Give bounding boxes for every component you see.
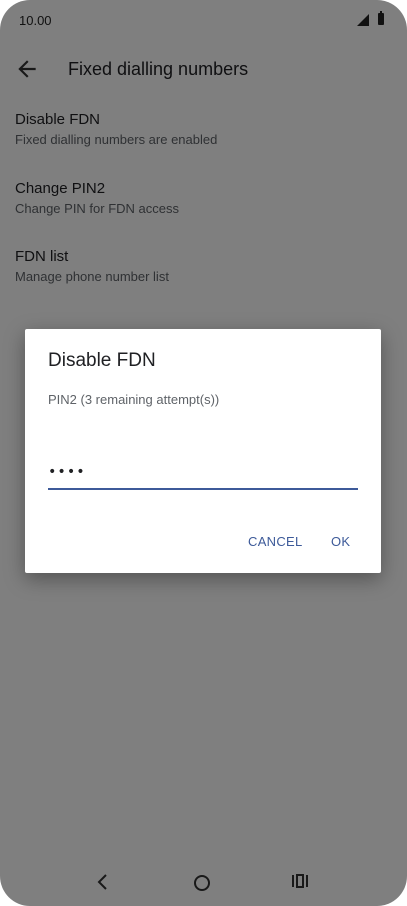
- input-underline: [48, 488, 358, 490]
- disable-fdn-dialog: Disable FDN PIN2 (3 remaining attempt(s)…: [25, 329, 381, 573]
- dialog-title: Disable FDN: [48, 350, 156, 371]
- phone-screen: 10.00 Fixed dialling numbers Disable FDN…: [0, 0, 407, 906]
- cancel-button[interactable]: CANCEL: [248, 534, 303, 549]
- ok-button[interactable]: OK: [331, 534, 350, 549]
- dialog-message: PIN2 (3 remaining attempt(s)): [48, 392, 220, 407]
- pin2-input-value[interactable]: ••••: [48, 464, 86, 480]
- pin2-input[interactable]: ••••: [48, 464, 358, 490]
